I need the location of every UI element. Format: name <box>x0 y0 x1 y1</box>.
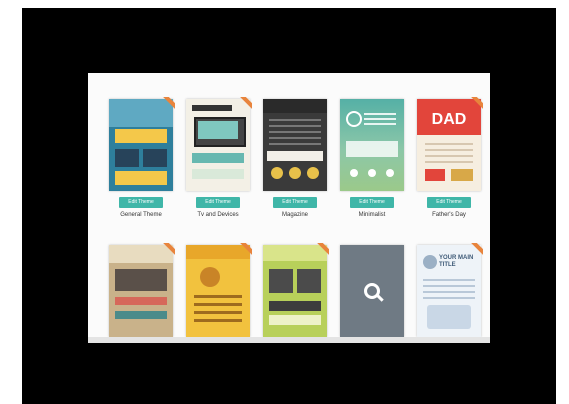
edit-theme-button[interactable]: Edit Theme <box>119 197 163 208</box>
thumbnail-header <box>192 105 232 111</box>
circle-icon <box>271 167 283 179</box>
thumbnail-bar <box>269 315 321 325</box>
thumbnail-block <box>115 149 139 167</box>
thumbnail-block <box>346 141 398 157</box>
circle-icon <box>346 111 362 127</box>
thumbnail-title: DAD <box>431 111 467 128</box>
thumbnail-bar <box>451 169 473 181</box>
template-name: Magazine <box>281 212 308 218</box>
avatar <box>423 255 437 269</box>
thumbnail-bar <box>269 301 321 311</box>
template-name: Tv and Devices <box>197 212 239 218</box>
thumbnail-block <box>297 269 321 293</box>
ribbon-icon <box>469 243 483 257</box>
thumbnail-banner <box>115 129 167 143</box>
search-icon-handle <box>375 293 384 302</box>
circle-icon <box>200 267 220 287</box>
tv-content <box>198 121 238 139</box>
circle-icon <box>368 169 376 177</box>
template-thumbnail-fathers-day[interactable]: DAD <box>417 99 481 191</box>
template-name: Minimalist <box>358 212 386 218</box>
thumbnail-block <box>269 269 293 293</box>
template-name: Father's Day <box>432 212 466 218</box>
template-thumbnail[interactable] <box>263 245 327 337</box>
template-thumbnail-tv-and-devices[interactable] <box>186 99 250 191</box>
circle-icon <box>289 167 301 179</box>
ribbon-icon <box>315 243 329 257</box>
thumbnail-bar <box>115 311 167 319</box>
thumbnail-block <box>115 269 167 291</box>
thumbnail-bar <box>192 169 244 179</box>
ribbon-icon <box>161 97 175 111</box>
thumbnail-header <box>263 99 327 113</box>
edit-theme-button[interactable]: Edit Theme <box>273 197 317 208</box>
thumbnail-title: YOUR MAIN TITLE <box>439 255 474 268</box>
template-thumbnail-minimalist[interactable] <box>340 99 404 191</box>
thumbnail-text-lines <box>364 113 396 125</box>
thumbnail-text-lines <box>423 279 475 299</box>
template-thumbnail[interactable]: YOUR MAIN TITLE <box>417 245 481 337</box>
template-gallery: Edit Theme General Theme Edit Theme Tv a… <box>88 73 490 343</box>
ribbon-icon <box>161 243 175 257</box>
ribbon-icon <box>469 97 483 111</box>
circle-icon <box>350 169 358 177</box>
ribbon-icon <box>238 243 252 257</box>
thumbnail-block <box>143 149 167 167</box>
edit-theme-button[interactable]: Edit Theme <box>350 197 394 208</box>
thumbnail-bar <box>192 153 244 163</box>
thumbnail-bar <box>115 297 167 305</box>
template-thumbnail[interactable] <box>109 245 173 337</box>
thumbnail-text-lines <box>194 295 242 325</box>
map-image <box>427 305 471 329</box>
template-name: General Theme <box>120 212 162 218</box>
thumbnail-text-lines <box>425 143 473 163</box>
circle-icon <box>386 169 394 177</box>
template-thumbnail-preview[interactable] <box>340 245 404 337</box>
edit-theme-button[interactable]: Edit Theme <box>427 197 471 208</box>
ribbon-icon <box>238 97 252 111</box>
template-thumbnail-general-theme[interactable] <box>109 99 173 191</box>
circle-icon <box>307 167 319 179</box>
edit-theme-button[interactable]: Edit Theme <box>196 197 240 208</box>
template-thumbnail[interactable] <box>186 245 250 337</box>
thumbnail-block <box>115 171 167 185</box>
thumbnail-banner <box>267 151 323 161</box>
thumbnail-bar <box>425 169 445 181</box>
template-thumbnail-magazine[interactable] <box>263 99 327 191</box>
thumbnail-text-lines <box>269 119 321 147</box>
